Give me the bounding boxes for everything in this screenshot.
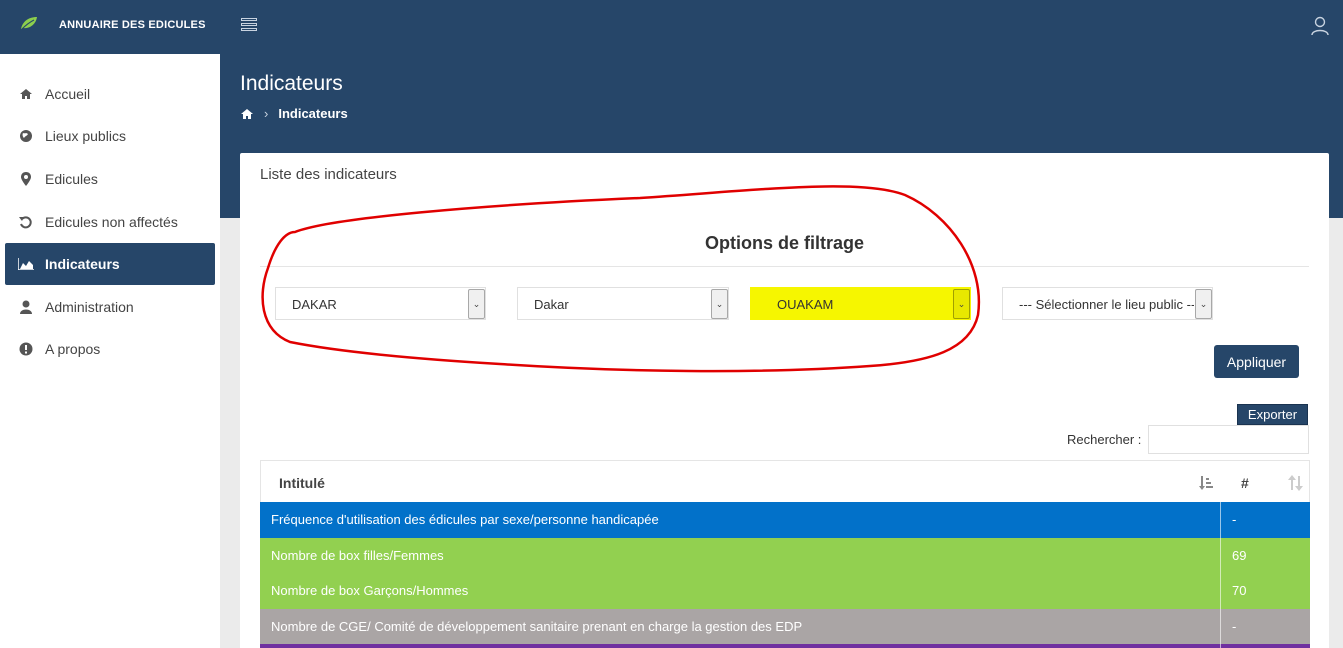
sidebar: Accueil Lieux publics Edicules Edicules …	[0, 54, 220, 648]
filter-options-title: Options de filtrage	[704, 233, 864, 253]
sidebar-item-label: Edicules non affectés	[45, 214, 178, 230]
region-select[interactable]: DAKAR ⌄	[275, 287, 486, 320]
column-header-intitule[interactable]: Intitulé	[279, 475, 325, 491]
row-label: Fréquence d'utilisation des édicules par…	[260, 502, 1221, 538]
sidebar-item-label: A propos	[45, 341, 101, 357]
department-select[interactable]: Dakar ⌄	[517, 287, 729, 320]
row-value	[1221, 644, 1310, 648]
row-value: -	[1232, 618, 1237, 634]
undo-icon	[17, 214, 35, 230]
row-label: Nombre de box Garçons/Hommes	[260, 573, 1221, 609]
divider	[260, 266, 1309, 267]
public-place-select[interactable]: --- Sélectionner le lieu public --- ⌄	[1002, 287, 1213, 320]
sidebar-item-administration[interactable]: Administration	[5, 286, 215, 328]
sort-both-icon[interactable]	[1288, 475, 1304, 491]
apply-button[interactable]: Appliquer	[1214, 345, 1299, 378]
top-navbar: ANNUAIRE DES EDICULES	[0, 0, 1343, 54]
sidebar-item-label: Administration	[45, 299, 134, 315]
chevron-down-icon[interactable]: ⌄	[1195, 289, 1212, 319]
sidebar-item-edicules-non-affectes[interactable]: Edicules non affectés	[5, 201, 215, 243]
row-label	[260, 644, 1221, 648]
home-icon	[17, 86, 35, 102]
sidebar-item-label: Accueil	[45, 86, 91, 102]
select-value: Dakar	[534, 297, 569, 312]
area-chart-icon	[17, 256, 35, 272]
page-title: Indicateurs	[240, 72, 343, 95]
select-value: OUAKAM	[777, 297, 834, 312]
chevron-down-icon[interactable]: ⌄	[953, 289, 970, 319]
chevron-down-icon[interactable]: ⌄	[468, 289, 485, 319]
breadcrumb: › Indicateurs	[240, 106, 348, 121]
breadcrumb-current: Indicateurs	[278, 106, 348, 121]
menu-toggle-icon[interactable]	[241, 18, 259, 34]
select-value: DAKAR	[292, 297, 337, 312]
table-row[interactable]	[260, 644, 1310, 648]
map-marker-icon	[17, 171, 35, 187]
brand-title: ANNUAIRE DES EDICULES	[59, 19, 206, 31]
search-input[interactable]	[1148, 425, 1309, 454]
user-profile-icon[interactable]	[1311, 16, 1329, 36]
sort-amount-asc-icon[interactable]	[1199, 475, 1215, 491]
info-icon	[17, 341, 35, 357]
row-value: 69	[1232, 547, 1247, 563]
row-label: Nombre de CGE/ Comité de développement s…	[260, 608, 1221, 644]
row-value: -	[1232, 512, 1237, 528]
sidebar-item-indicateurs[interactable]: Indicateurs	[5, 243, 215, 285]
globe-icon	[17, 128, 35, 144]
column-header-count[interactable]: #	[1241, 475, 1249, 491]
breadcrumb-home-icon[interactable]	[240, 108, 254, 120]
table-row[interactable]: Nombre de CGE/ Comité de développement s…	[260, 608, 1310, 644]
table-row[interactable]: Nombre de box Garçons/Hommes 70	[260, 573, 1310, 609]
sidebar-item-edicules[interactable]: Edicules	[5, 158, 215, 200]
select-value: --- Sélectionner le lieu public ---	[1019, 297, 1194, 312]
indicators-card: Liste des indicateurs Options de filtrag…	[240, 153, 1329, 648]
sidebar-item-lieux-publics[interactable]: Lieux publics	[5, 115, 215, 157]
table-header: Intitulé #	[260, 460, 1310, 502]
export-button[interactable]: Exporter	[1237, 404, 1308, 425]
indicators-table: Intitulé # Fréquence d'utilisation des é…	[260, 460, 1310, 648]
chevron-right-icon: ›	[264, 106, 269, 121]
sidebar-item-label: Indicateurs	[45, 256, 120, 272]
commune-select[interactable]: OUAKAM ⌄	[750, 287, 971, 320]
leaf-logo-icon	[21, 17, 37, 30]
sidebar-item-label: Edicules	[45, 171, 98, 187]
row-value: 70	[1232, 583, 1247, 599]
card-title: Liste des indicateurs	[260, 166, 397, 183]
table-row[interactable]: Nombre de box filles/Femmes 69	[260, 537, 1310, 573]
table-row[interactable]: Fréquence d'utilisation des édicules par…	[260, 502, 1310, 538]
sidebar-item-a-propos[interactable]: A propos	[5, 328, 215, 370]
sidebar-item-label: Lieux publics	[45, 128, 126, 144]
user-icon	[17, 299, 35, 315]
brand[interactable]: ANNUAIRE DES EDICULES	[0, 0, 220, 54]
search-label: Rechercher :	[1067, 432, 1142, 447]
chevron-down-icon[interactable]: ⌄	[711, 289, 728, 319]
row-label: Nombre de box filles/Femmes	[260, 537, 1221, 573]
sidebar-item-accueil[interactable]: Accueil	[5, 73, 215, 115]
